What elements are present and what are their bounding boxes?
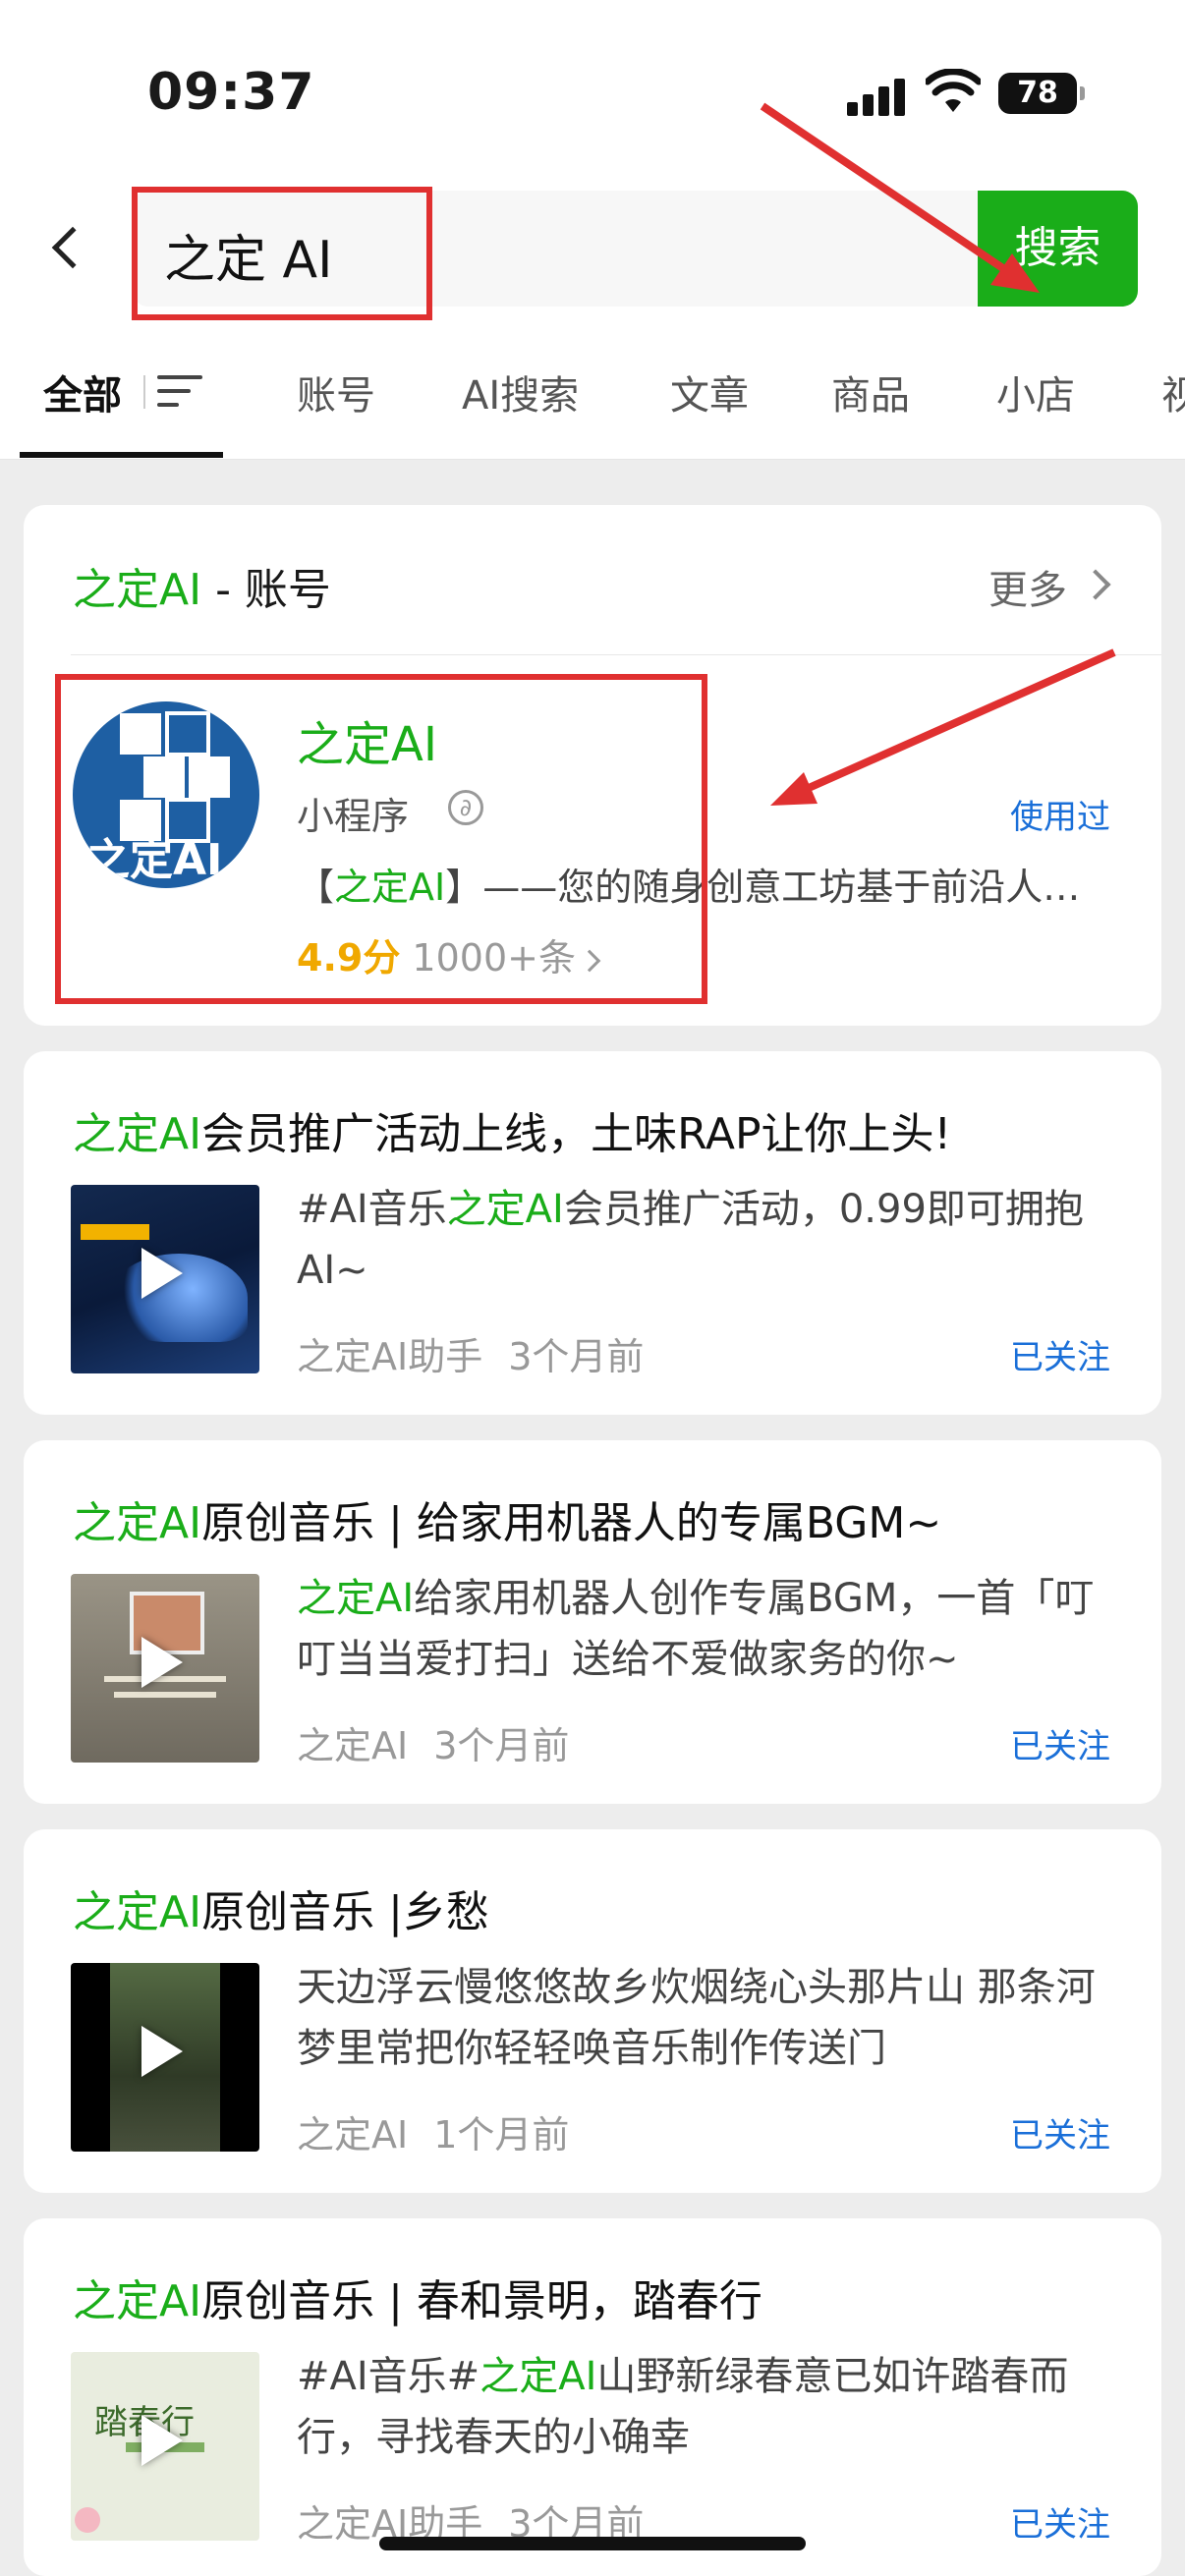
article-author: 之定AI [297, 2113, 409, 2156]
more-link[interactable]: 更多 [988, 558, 1067, 615]
play-icon [141, 2415, 183, 2466]
home-indicator [379, 2537, 806, 2550]
video-thumbnail[interactable] [71, 1963, 259, 2152]
thumb-flower [75, 2507, 100, 2533]
article-description: 天边浮云慢悠悠故乡炊烟绕心头那片山 那条河梦里常把你轻轻唤音乐制作传送门 [297, 1965, 1096, 2071]
tab-divider [143, 375, 145, 409]
followed-badge: 已关注 [1010, 1338, 1110, 1377]
tab-active-indicator [20, 452, 223, 458]
video-thumbnail[interactable] [71, 1574, 259, 1763]
article-title: 之定AI原创音乐 | 春和景明，踏春行 [73, 2276, 762, 2326]
divider [71, 654, 1161, 655]
article-description: #AI音乐#之定AI山野新绿春意已如许踏春而行，寻找春天的小确幸 [297, 2354, 1069, 2460]
article-description: #AI音乐之定AI会员推广活动，0.99即可拥抱AI~ [297, 1187, 1084, 1293]
thumb-text-line [114, 1692, 216, 1698]
status-bar: 09:37 78 [0, 0, 1185, 177]
search-button[interactable]: 搜索 [978, 191, 1138, 307]
cellular-signal-icon [847, 77, 906, 116]
filter-icon[interactable] [157, 373, 204, 409]
tab-products[interactable]: 商品 [831, 364, 910, 420]
filter-tabs: 全部 账号 AI搜索 文章 商品 小店 视 [0, 324, 1185, 460]
article-time: 3个月前 [433, 1724, 570, 1767]
article-title: 之定AI原创音乐 | 给家用机器人的专属BGM~ [73, 1498, 942, 1548]
article-title: 之定AI会员推广活动上线，土味RAP让你上头! [73, 1109, 952, 1159]
article-card[interactable]: 之定AI原创音乐 | 给家用机器人的专属BGM~ 之定AI给家用机器人创作专属B… [24, 1440, 1161, 1804]
article-meta: 之定AI 1个月前 [297, 2104, 569, 2158]
back-chevron-icon[interactable] [37, 208, 96, 287]
play-icon [141, 1637, 183, 1688]
article-card[interactable]: 之定AI原创音乐 |乡愁 天边浮云慢悠悠故乡炊烟绕心头那片山 那条河梦里常把你轻… [24, 1829, 1161, 2193]
article-author: 之定AI助手 [297, 1335, 483, 1378]
play-icon [141, 2026, 183, 2077]
tab-ai-search[interactable]: AI搜索 [462, 364, 579, 420]
status-time: 09:37 [147, 63, 315, 122]
play-icon [141, 1248, 183, 1299]
video-thumbnail[interactable] [71, 1185, 259, 1373]
wifi-icon [926, 69, 981, 112]
article-card[interactable]: 之定AI会员推广活动上线，土味RAP让你上头! #AI音乐之定AI会员推广活动，… [24, 1051, 1161, 1415]
thumb-price-tag [81, 1224, 149, 1240]
annotation-box-account [55, 674, 707, 1004]
tab-videos[interactable]: 视 [1161, 364, 1185, 420]
article-meta: 之定AI 3个月前 [297, 1715, 569, 1769]
tab-shops[interactable]: 小店 [996, 364, 1075, 420]
article-time: 1个月前 [433, 2113, 570, 2156]
tab-accounts[interactable]: 账号 [297, 364, 375, 420]
tab-articles[interactable]: 文章 [670, 364, 749, 420]
followed-badge: 已关注 [1010, 1727, 1110, 1766]
article-author: 之定AI [297, 1724, 409, 1767]
annotation-box-search [132, 187, 432, 320]
tab-all[interactable]: 全部 [43, 364, 122, 420]
account-section-header: 之定AI - 账号 [73, 565, 331, 615]
article-card[interactable]: 之定AI原创音乐 | 春和景明，踏春行 踏春行 #AI音乐#之定AI山野新绿春意… [24, 2218, 1161, 2576]
article-title: 之定AI原创音乐 |乡愁 [73, 1887, 489, 1937]
used-badge: 使用过 [1010, 798, 1110, 837]
chevron-right-icon [1080, 569, 1111, 600]
article-description: 之定AI给家用机器人创作专属BGM，一首「叮叮当当爱打扫」送给不爱做家务的你~ [297, 1576, 1095, 1682]
battery-icon: 78 [998, 73, 1085, 114]
video-thumbnail[interactable]: 踏春行 [71, 2352, 259, 2541]
article-meta: 之定AI助手 3个月前 [297, 1326, 644, 1380]
article-time: 3个月前 [508, 1335, 645, 1378]
followed-badge: 已关注 [1010, 2116, 1110, 2156]
followed-badge: 已关注 [1010, 2505, 1110, 2545]
